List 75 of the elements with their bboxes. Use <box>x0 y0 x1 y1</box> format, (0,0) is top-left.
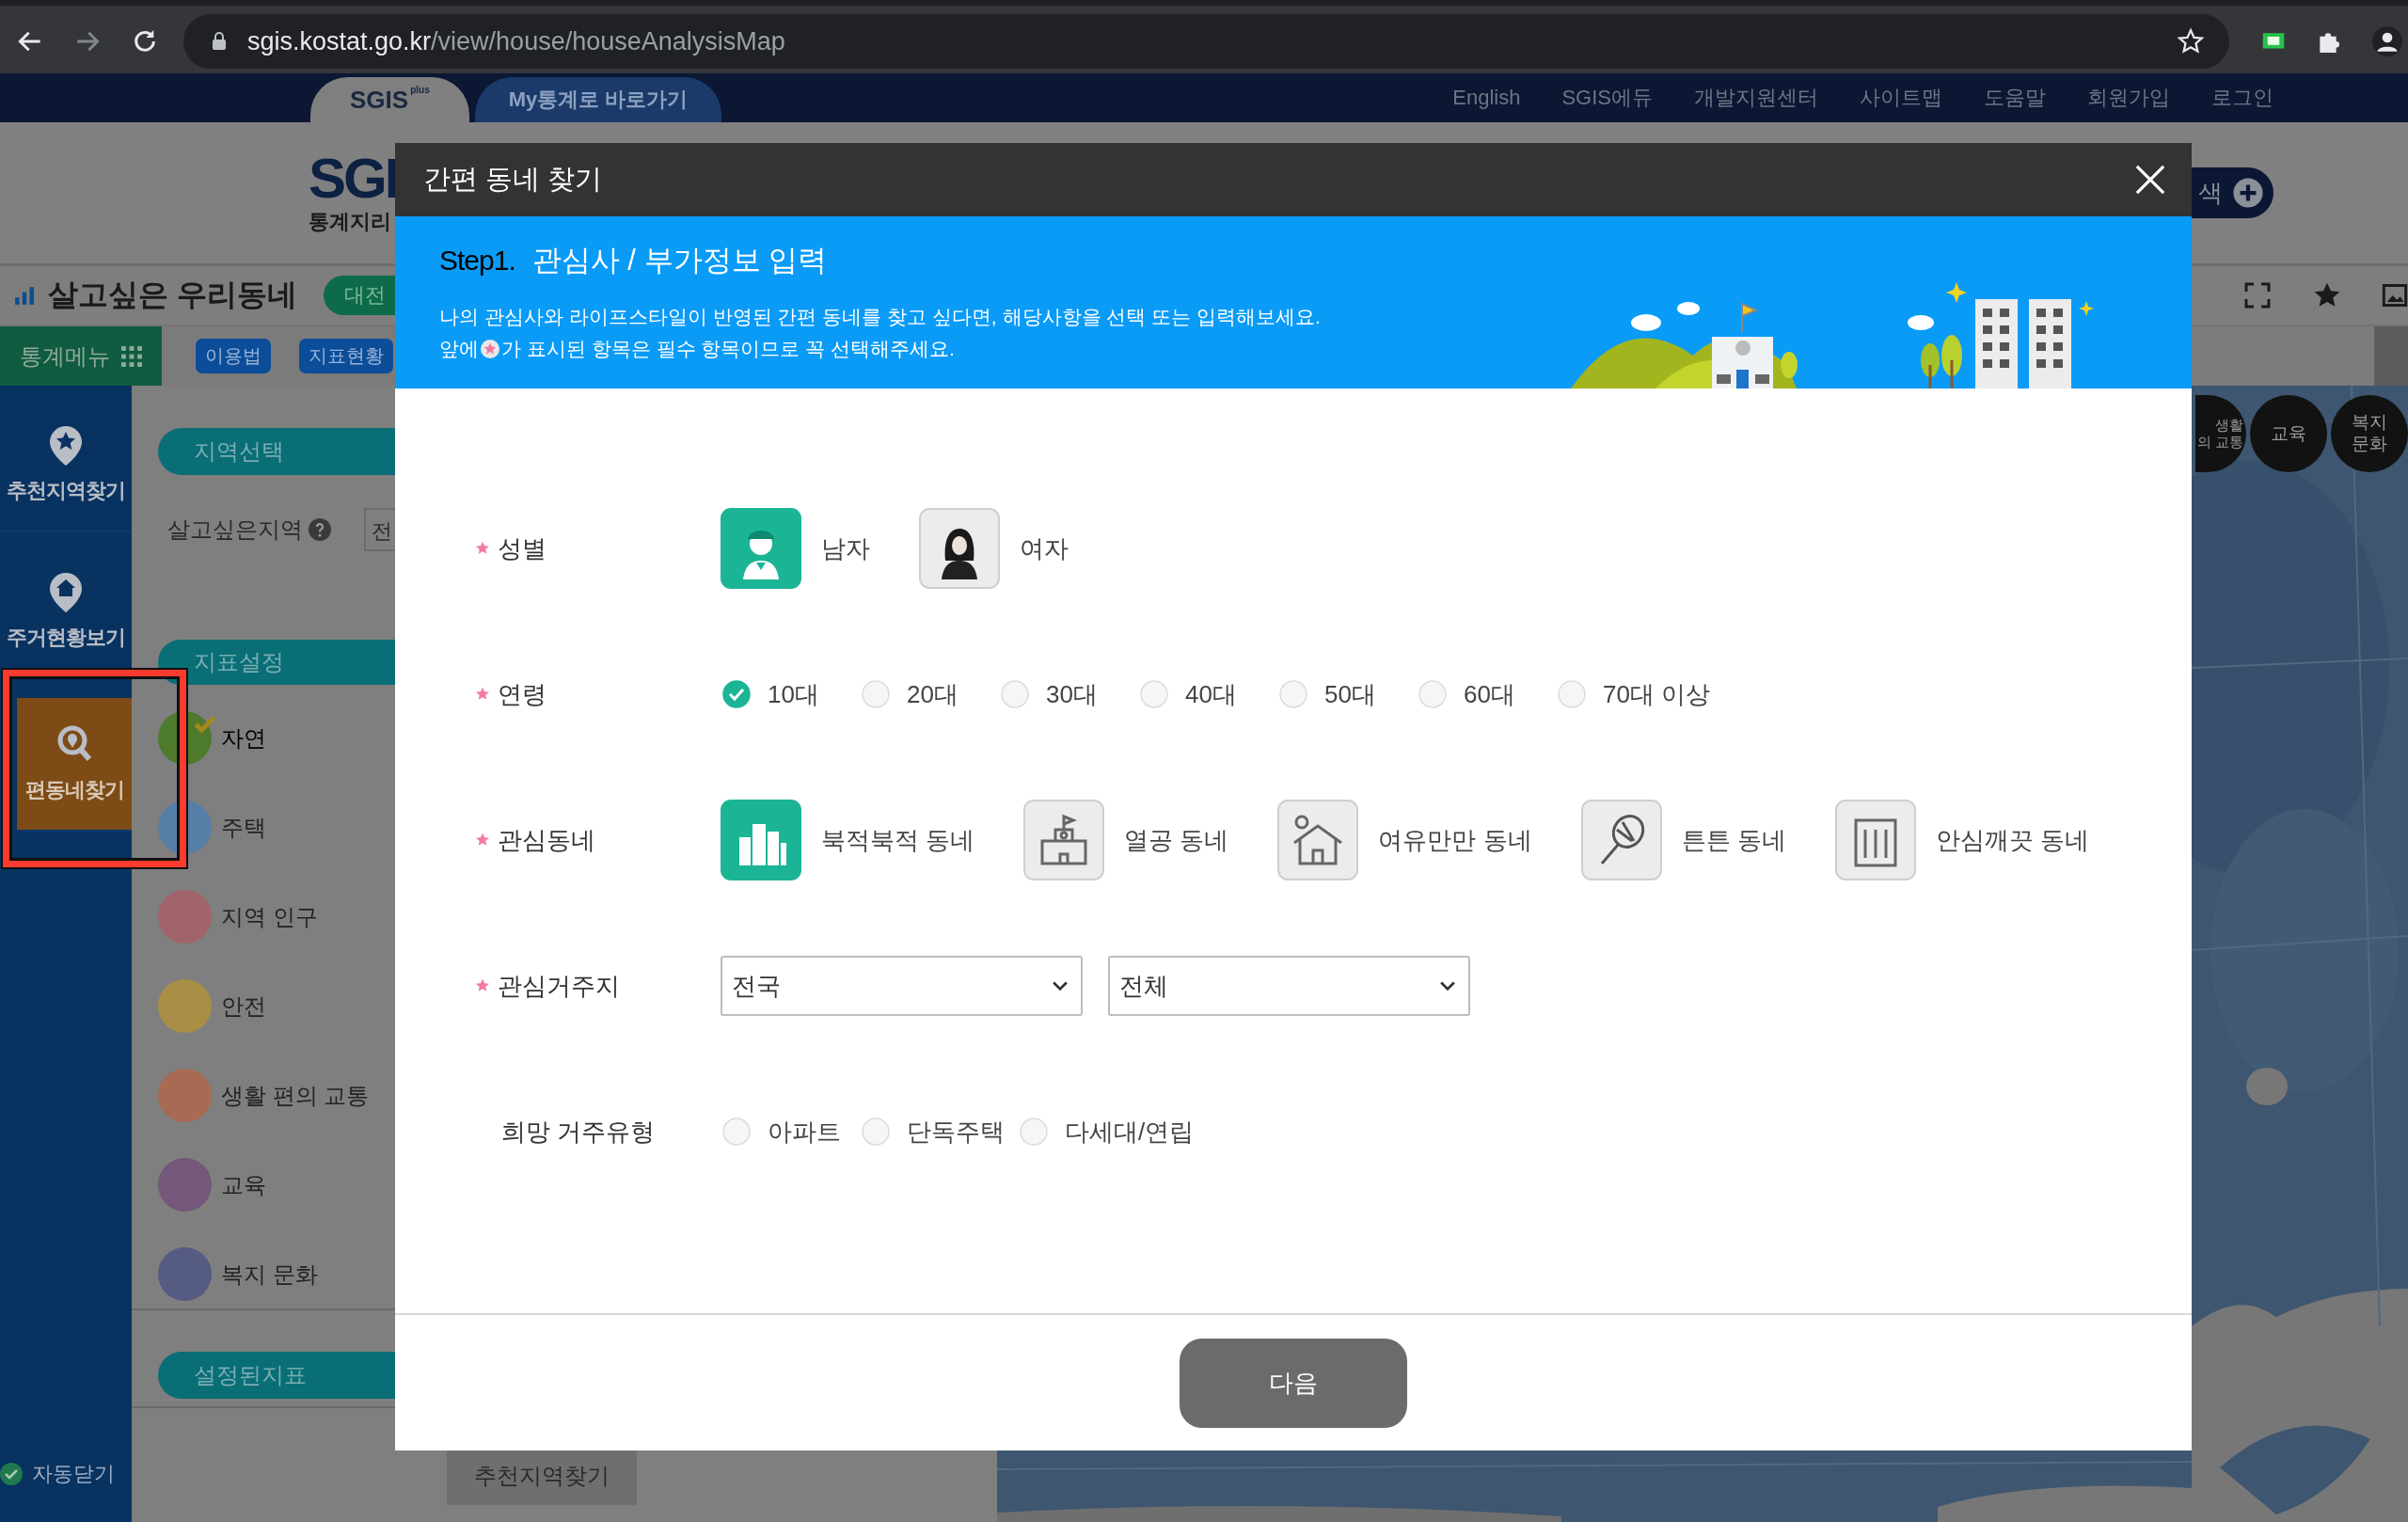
woman-option-icon[interactable] <box>919 508 1000 589</box>
bookmark-star-icon[interactable] <box>2177 27 2205 55</box>
city-option-icon[interactable] <box>721 800 801 880</box>
url-text[interactable]: sgis.kostat.go.kr/view/house/houseAnalysisMap <box>247 26 2177 56</box>
site-logo-subtitle: 통계지리 <box>309 209 392 235</box>
option-label[interactable]: 북적북적 동네 <box>821 823 975 857</box>
help-icon[interactable] <box>309 518 331 541</box>
option-label[interactable]: 아파트 <box>768 1115 841 1149</box>
top-link[interactable]: English <box>1452 86 1521 110</box>
caret-icon <box>1053 980 1068 991</box>
option-label[interactable]: 60대 <box>1464 677 1515 711</box>
plus-icon <box>2232 177 2264 209</box>
option-label[interactable]: 튼튼 동네 <box>1681 823 1786 857</box>
notice-text: 앞에 <box>439 337 479 361</box>
option-label[interactable]: 40대 <box>1185 677 1237 711</box>
house-option-icon[interactable] <box>1277 800 1359 880</box>
profile-icon[interactable] <box>2372 26 2402 56</box>
step-title: 관심사 / 부가정보 입력 <box>531 243 828 278</box>
field-label: 희망 거주유형 <box>501 1116 656 1148</box>
caret-icon <box>1440 980 1455 991</box>
option-label[interactable]: 70대 이상 <box>1603 677 1711 711</box>
option-label[interactable]: 단독주택 <box>907 1115 1005 1149</box>
lock-icon <box>212 32 227 51</box>
top-link[interactable]: 개발지원센터 <box>1694 84 1818 112</box>
field-label: 살고싶은지역 <box>167 515 303 544</box>
indicator-icon[interactable] <box>158 711 212 765</box>
address-bar[interactable]: sgis.kostat.go.kr/view/house/houseAnalysisMap <box>183 14 2229 69</box>
next-button[interactable]: 다음 <box>1180 1338 1407 1428</box>
indicator-label[interactable]: 주택 <box>221 812 266 843</box>
grid-icon <box>121 345 142 367</box>
check-circle-icon[interactable] <box>0 1463 23 1485</box>
intro-text: 나의 관심사와 라이프스타일이 반영된 간편 동네를 찾고 싶다면, 해당사항을 선택 또는 입력해보세요. <box>439 305 1321 329</box>
top-link[interactable]: 도움말 <box>1984 84 2046 112</box>
top-link[interactable]: 회원가입 <box>2087 84 2170 112</box>
top-link[interactable]: 사이트맵 <box>1860 84 1942 112</box>
close-icon[interactable] <box>2134 164 2166 196</box>
fullscreen-icon[interactable] <box>2242 280 2273 310</box>
option-label[interactable]: 남자 <box>821 531 870 565</box>
notice-text: 가 표시된 항목은 필수 항목이므로 꼭 선택해주세요. <box>501 337 955 361</box>
radio-button[interactable] <box>722 680 751 708</box>
school-option-icon[interactable] <box>1023 800 1105 880</box>
option-label[interactable]: 안심깨끗 동네 <box>1935 823 2090 857</box>
option-label[interactable]: 다세대/연립 <box>1065 1115 1195 1149</box>
page-title: 살고싶은 우리동네 <box>48 277 297 313</box>
top-link[interactable]: 로그인 <box>2211 84 2273 112</box>
indicator-label[interactable]: 복지 문화 <box>221 1259 318 1290</box>
racket-option-icon[interactable] <box>1580 800 1662 880</box>
man-option-icon[interactable] <box>721 508 801 589</box>
option-label[interactable]: 30대 <box>1046 677 1098 711</box>
dialog-title: 간편 동네 찾기 <box>423 163 604 196</box>
bar-chart-icon <box>14 285 35 306</box>
option-label[interactable]: 여자 <box>1020 531 1069 565</box>
menu-button[interactable]: 이용법 <box>196 339 271 373</box>
indicator-icon[interactable] <box>158 801 212 854</box>
dropdown[interactable]: 전체 <box>1108 956 1470 1016</box>
indicator-label[interactable]: 자연 <box>221 722 266 753</box>
field-label: 관심동네 <box>498 824 595 856</box>
option-label[interactable]: 여유만만 동네 <box>1378 823 1532 857</box>
site-tab[interactable]: My통계로 바로가기 <box>474 77 722 122</box>
auto-close-label: 자동닫기 <box>32 1461 115 1487</box>
indicator-label[interactable]: 교육 <box>221 1169 266 1200</box>
field-label: 성별 <box>498 532 547 564</box>
top-link[interactable]: SGIS에듀 <box>1561 84 1653 112</box>
option-label[interactable]: 50대 <box>1324 677 1376 711</box>
side-nav-item[interactable]: 편동네찾기 <box>17 698 132 832</box>
dropdown[interactable]: 전국 <box>721 956 1083 1016</box>
indicator-label[interactable]: 안전 <box>221 991 266 1022</box>
step-number: Step1. <box>439 245 515 277</box>
option-label[interactable]: 열공 동네 <box>1124 823 1229 857</box>
field-label: 관심거주지 <box>498 970 620 1002</box>
menu-button[interactable]: 지표현황 <box>299 339 393 373</box>
indicator-label[interactable]: 지역 인구 <box>221 901 318 932</box>
required-mark-icon <box>481 340 499 358</box>
building-option-icon[interactable] <box>1834 800 1916 880</box>
indicator-label[interactable]: 생활 편의 교통 <box>221 1080 370 1111</box>
